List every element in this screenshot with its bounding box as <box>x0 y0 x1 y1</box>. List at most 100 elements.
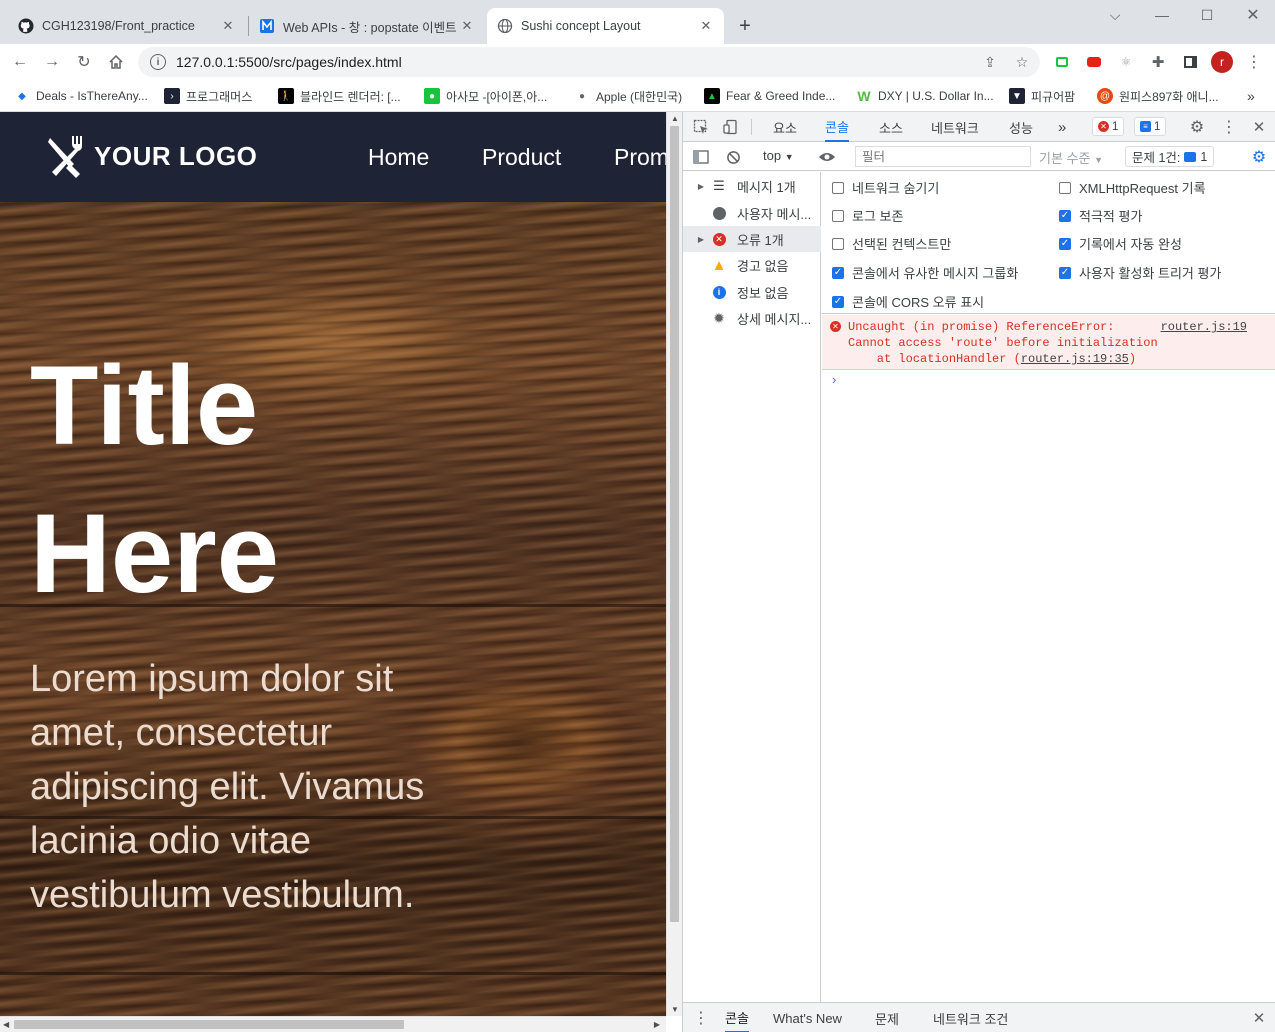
site-logo[interactable]: YOUR LOGO <box>44 132 257 180</box>
mdn-icon <box>259 18 275 34</box>
inspect-element-icon[interactable] <box>691 117 711 137</box>
bookmark-item[interactable]: ▲ Fear & Greed Inde... <box>704 84 835 108</box>
extensions-puzzle-icon[interactable]: ✚ <box>1149 53 1167 71</box>
group-similar-checkbox[interactable]: ✓ 콘솔에서 유사한 메시지 그룹화 <box>832 263 1018 282</box>
browser-toolbar: ← → ↻ i 127.0.0.1:5500/src/pages/index.h… <box>0 44 1275 80</box>
show-cors-checkbox[interactable]: ✓ 콘솔에 CORS 오류 표시 <box>832 292 984 311</box>
back-icon[interactable]: ← <box>8 50 32 74</box>
address-bar[interactable]: i 127.0.0.1:5500/src/pages/index.html <box>138 47 1040 77</box>
close-window-icon[interactable]: ✕ <box>1239 4 1267 26</box>
drawer-tab-issues[interactable]: 문제 <box>875 1003 899 1032</box>
tab-mdn[interactable]: Web APIs - 창 : popstate 이벤트 ✕ <box>249 8 485 44</box>
profile-avatar[interactable]: r <box>1211 51 1233 73</box>
nav-product[interactable]: Product <box>482 144 561 171</box>
sidebar-item-errors[interactable]: ▶ ✕ 오류 1개 <box>683 226 821 252</box>
log-level-selector[interactable]: 기본 수준 ▼ <box>1039 148 1103 167</box>
reload-icon[interactable]: ↻ <box>72 50 96 74</box>
tab-elements[interactable]: 요소 <box>773 112 797 142</box>
selected-context-checkbox[interactable]: 선택된 컨텍스트만 <box>832 234 951 253</box>
site-header: YOUR LOGO Home Product Prom <box>0 112 666 202</box>
site-info-icon[interactable]: i <box>150 54 166 70</box>
vertical-scrollbar[interactable]: ▲ ▼ <box>666 112 682 1016</box>
bookmark-star-icon[interactable]: ☆ <box>1013 53 1031 71</box>
eager-eval-checkbox[interactable]: ✓ 적극적 평가 <box>1059 206 1142 225</box>
close-tab-icon[interactable]: ✕ <box>459 18 475 34</box>
device-toolbar-icon[interactable] <box>721 117 741 137</box>
scroll-thumb[interactable] <box>14 1020 404 1029</box>
bookmark-icon: W <box>857 88 871 104</box>
stack-trace-link[interactable]: router.js:19:35 <box>1021 352 1129 366</box>
console-prompt[interactable]: › <box>832 372 836 387</box>
home-icon[interactable] <box>104 50 128 74</box>
scroll-thumb[interactable] <box>670 126 679 922</box>
hide-network-checkbox[interactable]: 네트워크 숨기기 <box>832 178 939 197</box>
drawer-tab-whats-new[interactable]: What's New <box>773 1003 842 1032</box>
bookmark-item[interactable]: ● Apple (대한민국) <box>574 84 682 108</box>
extension-green-icon[interactable] <box>1053 53 1071 71</box>
preserve-log-checkbox[interactable]: 로그 보존 <box>832 206 903 225</box>
toggle-sidebar-icon[interactable] <box>691 147 711 167</box>
bookmark-item[interactable]: ● 아사모 -[아이폰,아... <box>424 84 547 108</box>
issues-button[interactable]: 문제 1건: 1 <box>1125 146 1215 167</box>
clear-console-icon[interactable] <box>723 147 743 167</box>
maximize-icon[interactable]: ☐ <box>1193 4 1221 26</box>
bookmark-item[interactable]: @ 원피스897화 애니... <box>1097 84 1219 108</box>
bookmark-item[interactable]: › 프로그래머스 <box>164 84 252 108</box>
autocomplete-checkbox[interactable]: ✓ 기록에서 자동 완성 <box>1059 234 1182 253</box>
message-count-badge[interactable]: ≡ 1 <box>1134 117 1167 136</box>
tab-search-icon[interactable]: ⌵ <box>1101 4 1129 26</box>
tab-sources[interactable]: 소스 <box>879 112 903 142</box>
tab-network[interactable]: 네트워크 <box>931 112 979 142</box>
tab-console[interactable]: 콘솔 <box>825 112 849 142</box>
close-drawer-icon[interactable]: ✕ <box>1249 1008 1269 1028</box>
tab-performance[interactable]: 성능 <box>1009 112 1033 142</box>
live-expression-eye-icon[interactable] <box>817 147 837 167</box>
logo-text: YOUR LOGO <box>94 140 258 171</box>
new-tab-button[interactable]: + <box>733 14 757 38</box>
error-source-link[interactable]: router.js:19 <box>1161 319 1247 335</box>
sidebar-item-verbose[interactable]: ✹ 상세 메시지... <box>683 305 821 331</box>
url-text: 127.0.0.1:5500/src/pages/index.html <box>176 54 402 70</box>
console-toolbar: top ▼ 기본 수준 ▼ 문제 1건: 1 ⚙ <box>683 143 1275 171</box>
error-count-badge[interactable]: ✕ 1 <box>1092 117 1125 136</box>
extension-react-icon[interactable]: ⚛ <box>1117 53 1135 71</box>
context-selector[interactable]: top ▼ <box>763 148 794 163</box>
bookmark-item[interactable]: W DXY | U.S. Dollar In... <box>856 84 993 108</box>
bookmark-item[interactable]: ◆ Deals - IsThereAny... <box>14 84 148 108</box>
tab-sushi-layout[interactable]: Sushi concept Layout ✕ <box>487 8 724 44</box>
sidebar-item-info[interactable]: i 정보 없음 <box>683 279 821 305</box>
horizontal-scrollbar[interactable]: ◀ ▶ <box>0 1016 666 1032</box>
bookmark-item[interactable]: ▼ 피규어팜 <box>1009 84 1075 108</box>
more-tabs-button[interactable]: » <box>1058 112 1066 142</box>
drawer-tab-console[interactable]: 콘솔 <box>725 1003 749 1032</box>
error-icon: ✕ <box>711 231 727 247</box>
bookmark-icon: › <box>164 88 180 104</box>
minimize-icon[interactable]: — <box>1148 4 1176 26</box>
nav-home[interactable]: Home <box>368 144 429 171</box>
issue-icon <box>1184 151 1197 162</box>
nav-promotion[interactable]: Prom <box>614 144 666 171</box>
log-xhr-checkbox[interactable]: XMLHttpRequest 기록 <box>1059 178 1206 197</box>
extension-youtube-icon[interactable] <box>1085 53 1103 71</box>
share-icon[interactable]: ⇪ <box>981 53 999 71</box>
drawer-menu-icon[interactable]: ⋮ <box>691 1008 711 1028</box>
close-tab-icon[interactable]: ✕ <box>220 18 236 34</box>
more-bookmarks-button[interactable]: » <box>1247 84 1255 108</box>
sidebar-item-messages[interactable]: ▶ ☰ 메시지 1개 <box>683 173 821 199</box>
console-sidebar: ▶ ☰ 메시지 1개 사용자 메시... ▶ ✕ 오류 1개 ▲ 경고 없음 i… <box>683 172 821 1002</box>
settings-gear-icon[interactable]: ⚙ <box>1187 117 1207 137</box>
more-options-icon[interactable]: ⋮ <box>1219 117 1239 137</box>
sidebar-item-user-messages[interactable]: 사용자 메시... <box>683 200 821 226</box>
tab-github[interactable]: CGH123198/Front_practice ✕ <box>8 8 246 44</box>
menu-dots-icon[interactable]: ⋮ <box>1245 53 1263 71</box>
user-activation-checkbox[interactable]: ✓ 사용자 활성화 트리거 평가 <box>1059 263 1221 282</box>
bookmark-item[interactable]: 🚶 블라인드 렌더러: [... <box>278 84 401 108</box>
filter-input[interactable] <box>855 146 1031 167</box>
forward-icon[interactable]: → <box>40 50 64 74</box>
sidebar-item-warnings[interactable]: ▲ 경고 없음 <box>683 252 821 278</box>
console-settings-gear-icon[interactable]: ⚙ <box>1249 147 1269 167</box>
close-devtools-icon[interactable]: ✕ <box>1249 117 1269 137</box>
close-tab-icon[interactable]: ✕ <box>698 18 714 34</box>
side-panel-icon[interactable] <box>1181 53 1199 71</box>
drawer-tab-network-conditions[interactable]: 네트워크 조건 <box>933 1003 1008 1032</box>
